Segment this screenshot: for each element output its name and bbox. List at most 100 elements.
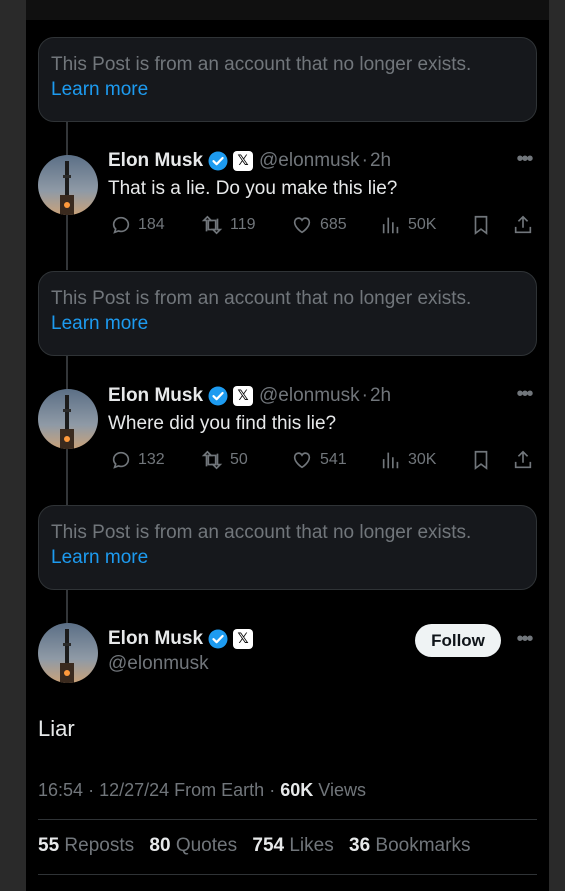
repost-button[interactable]: 50 bbox=[200, 448, 248, 472]
separator: · bbox=[269, 780, 276, 800]
like-icon bbox=[293, 217, 311, 234]
post-time[interactable]: 2h bbox=[370, 150, 391, 172]
views-count: 60K bbox=[280, 780, 314, 800]
author-handle[interactable]: @elonmusk bbox=[108, 653, 209, 675]
avatar[interactable] bbox=[38, 389, 98, 449]
reposts-label: Reposts bbox=[64, 835, 135, 856]
thread-line bbox=[66, 447, 68, 505]
divider bbox=[38, 874, 537, 875]
unavailable-post-notice: This Post is from an account that no lon… bbox=[38, 505, 537, 590]
separator: · bbox=[361, 385, 368, 406]
x-logo-icon: 𝕏 bbox=[233, 151, 254, 171]
like-icon bbox=[293, 452, 311, 469]
repost-button[interactable]: 119 bbox=[200, 213, 256, 237]
post-time[interactable]: 2h bbox=[370, 385, 391, 407]
share-button[interactable] bbox=[512, 448, 540, 472]
reply-button[interactable]: 132 bbox=[110, 448, 165, 472]
author-handle[interactable]: @elonmusk bbox=[259, 385, 360, 407]
bookmarks-label: Bookmarks bbox=[375, 835, 471, 856]
avatar[interactable] bbox=[38, 623, 98, 683]
views-icon bbox=[382, 452, 399, 469]
unavailable-post-notice: This Post is from an account that no lon… bbox=[38, 37, 537, 122]
share-icon bbox=[514, 215, 532, 234]
thread-line bbox=[66, 212, 68, 270]
post-date[interactable]: 12/27/24 bbox=[99, 780, 169, 800]
quotes-label: Quotes bbox=[175, 835, 238, 856]
engagement-stats: 55 Reposts 80 Quotes 754 Likes 36 Bookma… bbox=[38, 835, 480, 857]
bookmark-icon bbox=[474, 450, 488, 470]
learn-more-link[interactable]: Learn more bbox=[51, 77, 524, 102]
reply-button[interactable]: 184 bbox=[110, 213, 165, 237]
learn-more-link[interactable]: Learn more bbox=[51, 311, 524, 336]
post-meta: 16:54 · 12/27/24 From Earth · 60K Views bbox=[38, 780, 366, 801]
author-row: Elon Musk 𝕏 @elonmusk · 2h bbox=[108, 385, 391, 407]
bookmark-button[interactable] bbox=[470, 213, 498, 237]
repost-count: 119 bbox=[230, 216, 256, 233]
reposts-count: 55 bbox=[38, 835, 60, 856]
thread-line bbox=[66, 120, 68, 158]
share-button[interactable] bbox=[512, 213, 540, 237]
notice-message: This Post is from an account that no lon… bbox=[51, 288, 472, 309]
like-button[interactable]: 541 bbox=[290, 448, 347, 472]
views-button[interactable]: 50K bbox=[380, 213, 436, 237]
like-count: 685 bbox=[320, 216, 347, 233]
verified-badge-icon bbox=[208, 386, 228, 406]
post-text: Where did you find this lie? bbox=[108, 413, 337, 434]
post-time[interactable]: 16:54 bbox=[38, 780, 83, 800]
quotes-count: 80 bbox=[149, 835, 171, 856]
learn-more-link[interactable]: Learn more bbox=[51, 545, 524, 570]
views-count: 50K bbox=[408, 216, 437, 233]
author-row: Elon Musk 𝕏 bbox=[108, 628, 254, 650]
quotes-stat[interactable]: 80 Quotes bbox=[149, 835, 247, 856]
separator: · bbox=[88, 780, 95, 800]
likes-label: Likes bbox=[289, 835, 334, 856]
bookmark-button[interactable] bbox=[470, 448, 498, 472]
thread-line bbox=[66, 355, 68, 393]
views-count: 30K bbox=[408, 451, 437, 468]
repost-icon bbox=[201, 450, 223, 470]
like-count: 541 bbox=[320, 451, 347, 468]
author-name[interactable]: Elon Musk bbox=[108, 150, 203, 172]
divider bbox=[38, 819, 537, 820]
repost-count: 50 bbox=[230, 451, 248, 468]
notice-message: This Post is from an account that no lon… bbox=[51, 522, 472, 543]
views-label: Views bbox=[318, 780, 366, 800]
reply-count: 184 bbox=[138, 216, 165, 233]
like-button[interactable]: 685 bbox=[290, 213, 347, 237]
notice-message: This Post is from an account that no lon… bbox=[51, 54, 472, 75]
thread-view: This Post is from an account that no lon… bbox=[26, 0, 549, 891]
post-text: Liar bbox=[38, 716, 75, 741]
avatar[interactable] bbox=[38, 155, 98, 215]
bookmarks-stat[interactable]: 36 Bookmarks bbox=[349, 835, 480, 856]
views-button[interactable]: 30K bbox=[380, 448, 436, 472]
more-icon[interactable]: ••• bbox=[512, 628, 536, 651]
likes-stat[interactable]: 754 Likes bbox=[252, 835, 343, 856]
post-source: From Earth bbox=[174, 780, 265, 800]
likes-count: 754 bbox=[252, 835, 285, 856]
bookmark-icon bbox=[474, 215, 488, 235]
follow-button[interactable]: Follow bbox=[415, 624, 501, 657]
reposts-stat[interactable]: 55 Reposts bbox=[38, 835, 144, 856]
x-logo-icon: 𝕏 bbox=[233, 629, 254, 649]
more-icon[interactable]: ••• bbox=[512, 383, 536, 406]
action-bar: 184 119 685 50K bbox=[110, 213, 540, 237]
bookmarks-count: 36 bbox=[349, 835, 371, 856]
share-icon bbox=[514, 450, 532, 469]
author-handle[interactable]: @elonmusk bbox=[259, 150, 360, 172]
reply-icon bbox=[112, 216, 130, 234]
x-logo-icon: 𝕏 bbox=[233, 386, 254, 406]
verified-badge-icon bbox=[208, 629, 228, 649]
repost-icon bbox=[201, 215, 223, 235]
separator: · bbox=[361, 150, 368, 171]
thread-line bbox=[66, 590, 68, 624]
reply-icon bbox=[112, 451, 130, 469]
author-name[interactable]: Elon Musk bbox=[108, 628, 203, 650]
unavailable-post-notice: This Post is from an account that no lon… bbox=[38, 271, 537, 356]
previous-post-edge bbox=[26, 0, 549, 20]
post-text: That is a lie. Do you make this lie? bbox=[108, 178, 398, 199]
reply-count: 132 bbox=[138, 451, 165, 468]
verified-badge-icon bbox=[208, 151, 228, 171]
author-row: Elon Musk 𝕏 @elonmusk · 2h bbox=[108, 150, 391, 172]
author-name[interactable]: Elon Musk bbox=[108, 385, 203, 407]
more-icon[interactable]: ••• bbox=[512, 148, 536, 171]
